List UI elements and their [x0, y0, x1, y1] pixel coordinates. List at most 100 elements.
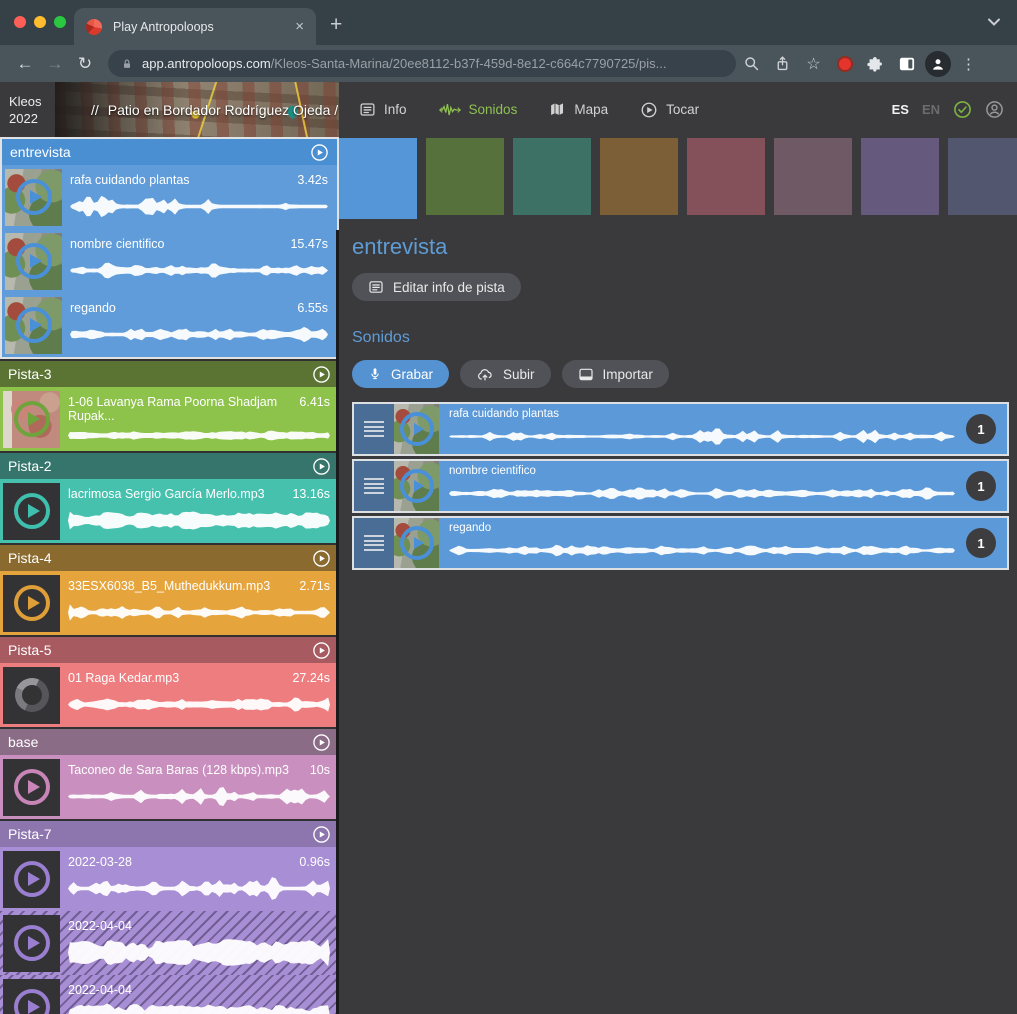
- nav-item-info[interactable]: Info: [359, 101, 407, 118]
- clip-row[interactable]: rafa cuidando plantas3.42s: [2, 165, 337, 229]
- sound-row[interactable]: rafa cuidando plantas1: [352, 402, 1009, 456]
- clip-row[interactable]: 33ESX6038_B5_Muthedukkum.mp32.71s: [0, 571, 339, 635]
- clip-thumbnail[interactable]: [3, 851, 60, 908]
- close-window-button[interactable]: [14, 16, 26, 28]
- clip-thumbnail[interactable]: [5, 233, 62, 290]
- play-overlay-icon[interactable]: [400, 526, 434, 560]
- clip-thumbnail[interactable]: [3, 575, 60, 632]
- nav-item-tocar[interactable]: Tocar: [640, 101, 699, 119]
- clip-row[interactable]: regando6.55s: [2, 293, 337, 357]
- clip-thumbnail[interactable]: [3, 667, 60, 724]
- tab-search-chevron-icon[interactable]: [987, 14, 1001, 32]
- track-header[interactable]: Pista-4: [0, 545, 339, 571]
- track-header[interactable]: Pista-3: [0, 361, 339, 387]
- share-icon[interactable]: [767, 55, 798, 72]
- account-icon[interactable]: [985, 100, 1004, 119]
- nav-item-mapa[interactable]: Mapa: [549, 101, 608, 118]
- minimize-window-button[interactable]: [34, 16, 46, 28]
- sound-row[interactable]: regando1: [352, 516, 1009, 570]
- sync-check-icon[interactable]: [953, 100, 972, 119]
- track-color-square-0[interactable]: [339, 138, 417, 219]
- play-overlay-icon[interactable]: [14, 493, 50, 529]
- drag-handle[interactable]: [354, 518, 394, 568]
- track-color-square-2[interactable]: [513, 138, 591, 215]
- clip-thumbnail[interactable]: [3, 979, 60, 1014]
- sidebar-scrollbar[interactable]: [336, 230, 339, 1014]
- map-thumbnail-banner[interactable]: //Patio en Bordador Rodríguez Ojeda / Ra…: [55, 82, 339, 137]
- back-button[interactable]: ←: [10, 54, 40, 74]
- clip-thumbnail[interactable]: [5, 169, 62, 226]
- clip-row[interactable]: 2022-03-280.96s: [0, 847, 339, 911]
- play-overlay-icon[interactable]: [14, 585, 50, 621]
- zoom-window-button[interactable]: [54, 16, 66, 28]
- clip-row[interactable]: 1-06 Lavanya Rama Poorna Shadjam Rupak..…: [0, 387, 339, 451]
- import-button[interactable]: Importar: [562, 360, 669, 388]
- close-tab-icon[interactable]: ×: [295, 19, 304, 34]
- track-header[interactable]: entrevista: [2, 139, 337, 165]
- language-en[interactable]: EN: [922, 102, 940, 117]
- clip-thumbnail[interactable]: [5, 297, 62, 354]
- play-overlay-icon[interactable]: [14, 769, 50, 805]
- track-header[interactable]: base: [0, 729, 339, 755]
- play-overlay-icon[interactable]: [14, 989, 50, 1014]
- track-play-button[interactable]: [312, 549, 331, 568]
- drag-handle[interactable]: [354, 461, 394, 511]
- sound-thumbnail[interactable]: [394, 518, 439, 568]
- clip-row[interactable]: 2022-04-04: [0, 975, 339, 1014]
- language-es[interactable]: ES: [892, 102, 909, 117]
- clip-row[interactable]: Taconeo de Sara Baras (128 kbps).mp310s: [0, 755, 339, 819]
- track-play-button[interactable]: [312, 365, 331, 384]
- track-header[interactable]: Pista-5: [0, 637, 339, 663]
- reload-button[interactable]: ↻: [70, 54, 100, 74]
- nav-item-sonidos[interactable]: Sonidos: [439, 102, 518, 118]
- track-play-button[interactable]: [312, 825, 331, 844]
- edit-track-info-button[interactable]: Editar info de pista: [352, 273, 521, 301]
- play-overlay-icon[interactable]: [16, 179, 52, 215]
- play-overlay-icon[interactable]: [400, 469, 434, 503]
- clip-thumbnail[interactable]: [3, 915, 60, 972]
- clip-row[interactable]: nombre cientifico15.47s: [2, 229, 337, 293]
- address-bar[interactable]: app.antropoloops.com/Kleos-Santa-Marina/…: [108, 50, 736, 77]
- sound-row[interactable]: nombre cientifico1: [352, 459, 1009, 513]
- track-play-button[interactable]: [312, 733, 331, 752]
- drag-handle[interactable]: [354, 404, 394, 454]
- clip-title: nombre cientifico: [70, 237, 165, 251]
- play-overlay-icon[interactable]: [16, 307, 52, 343]
- play-overlay-icon[interactable]: [400, 412, 434, 446]
- profile-avatar[interactable]: [922, 51, 953, 77]
- play-overlay-icon[interactable]: [14, 401, 50, 437]
- sound-thumbnail[interactable]: [394, 461, 439, 511]
- track-header[interactable]: Pista-2: [0, 453, 339, 479]
- zoom-page-icon[interactable]: [736, 55, 767, 72]
- play-overlay-icon[interactable]: [14, 925, 50, 961]
- clip-row[interactable]: 2022-04-04: [0, 911, 339, 975]
- track-play-button[interactable]: [312, 641, 331, 660]
- upload-button[interactable]: Subir: [460, 360, 551, 388]
- track-color-square-3[interactable]: [600, 138, 678, 215]
- track-color-square-6[interactable]: [861, 138, 939, 215]
- side-panel-icon[interactable]: [891, 56, 922, 72]
- record-button[interactable]: Grabar: [352, 360, 449, 388]
- clip-thumbnail[interactable]: [3, 759, 60, 816]
- clip-row[interactable]: lacrimosa Sergio García Merlo.mp313.16s: [0, 479, 339, 543]
- track-play-button[interactable]: [312, 457, 331, 476]
- bookmark-star-icon[interactable]: ☆: [798, 54, 829, 74]
- browser-menu-icon[interactable]: ⋮: [953, 55, 984, 73]
- play-overlay-icon[interactable]: [14, 861, 50, 897]
- sound-thumbnail[interactable]: [394, 404, 439, 454]
- track-header[interactable]: Pista-7: [0, 821, 339, 847]
- track-color-square-7[interactable]: [948, 138, 1017, 215]
- clip-row[interactable]: 01 Raga Kedar.mp327.24s: [0, 663, 339, 727]
- clip-thumbnail[interactable]: [3, 483, 60, 540]
- record-extension-icon[interactable]: [829, 56, 860, 72]
- play-overlay-icon[interactable]: [16, 243, 52, 279]
- forward-button[interactable]: →: [40, 54, 70, 74]
- clip-thumbnail[interactable]: [3, 391, 60, 448]
- track-play-button[interactable]: [310, 143, 329, 162]
- track-color-square-1[interactable]: [426, 138, 504, 215]
- track-color-square-5[interactable]: [774, 138, 852, 215]
- new-tab-button[interactable]: +: [330, 13, 342, 37]
- track-color-square-4[interactable]: [687, 138, 765, 215]
- extensions-puzzle-icon[interactable]: [860, 55, 891, 72]
- browser-tab[interactable]: Play Antropoloops ×: [74, 8, 316, 45]
